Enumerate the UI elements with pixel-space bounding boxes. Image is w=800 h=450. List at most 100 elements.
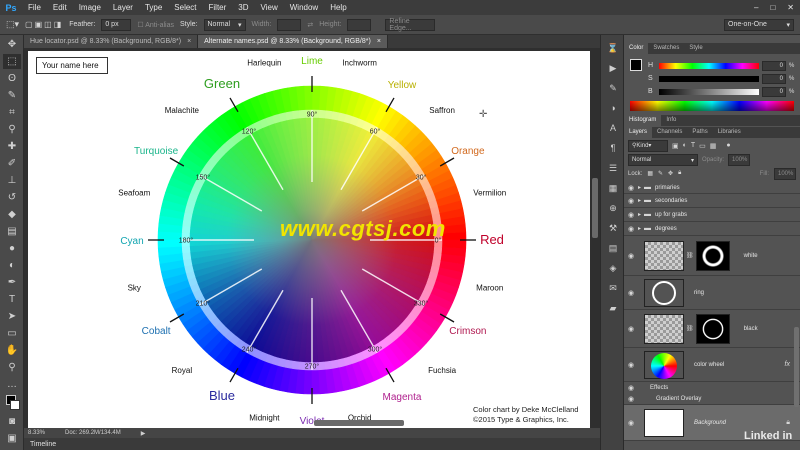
maximize-icon[interactable]: □: [764, 3, 781, 12]
chevron-right-icon[interactable]: ▸: [638, 197, 641, 204]
layers-scrollbar[interactable]: [794, 327, 799, 407]
tool-presets-icon[interactable]: ⚒: [605, 221, 621, 235]
filter-type-icon[interactable]: T: [691, 142, 695, 149]
saturation-value[interactable]: 0: [762, 73, 786, 84]
quick-select-tool-icon[interactable]: ✎: [3, 88, 21, 103]
style-select[interactable]: Normal ▾: [203, 18, 246, 31]
tab-channels[interactable]: Channels: [652, 127, 687, 138]
history-icon[interactable]: ⌛: [605, 41, 621, 55]
lock-image-icon[interactable]: ✎: [658, 170, 663, 177]
marquee-tool-icon[interactable]: ⬚: [3, 54, 21, 69]
color-spectrum-bar[interactable]: [630, 101, 794, 111]
timeline-panel-tab[interactable]: Timeline: [24, 438, 600, 450]
tab-style[interactable]: Style: [684, 43, 707, 54]
play-actions-icon[interactable]: ▶: [605, 61, 621, 75]
layer-black[interactable]: ◉ ⛓ black: [624, 310, 800, 348]
eye-icon[interactable]: ◉: [624, 211, 638, 219]
notes-icon[interactable]: ✉: [605, 281, 621, 295]
layer-group-primaries[interactable]: ◉ ▸ ▬ primaries: [624, 182, 800, 194]
tab-layers[interactable]: Layers: [624, 127, 653, 138]
filter-smart-icon[interactable]: ▦: [710, 142, 717, 150]
menu-image[interactable]: Image: [73, 3, 107, 12]
menu-view[interactable]: View: [255, 3, 284, 12]
tab-libraries[interactable]: Libraries: [713, 127, 746, 138]
clone-source-icon[interactable]: ⊕: [605, 201, 621, 215]
close-icon[interactable]: ×: [187, 38, 191, 45]
tab-color[interactable]: Color: [624, 43, 649, 54]
width-input[interactable]: [277, 18, 302, 31]
workspace-select[interactable]: One-on-One ▾: [724, 18, 794, 31]
clone-stamp-tool-icon[interactable]: ⊥: [3, 173, 21, 188]
shape-tool-icon[interactable]: ▭: [3, 326, 21, 341]
lock-all-icon[interactable]: 🔒︎: [678, 170, 681, 177]
type-tool-icon[interactable]: T: [3, 292, 21, 307]
menu-window[interactable]: Window: [284, 3, 324, 12]
brush-tool-icon[interactable]: ✐: [3, 156, 21, 171]
tab-alternate-names[interactable]: Alternate names.psd @ 8.33% (Background,…: [198, 35, 388, 48]
tab-hue-locator[interactable]: Hue locator.psd @ 8.33% (Background, RGB…: [24, 35, 199, 48]
layer-group-up-for-grabs[interactable]: ◉ ▸ ▬ up for grabs: [624, 208, 800, 222]
eye-icon[interactable]: ◉: [624, 325, 638, 333]
blend-mode-select[interactable]: Normal ▾: [628, 154, 698, 166]
close-icon[interactable]: ✕: [781, 3, 800, 12]
quick-mask-icon[interactable]: ◙: [3, 414, 21, 429]
tab-info[interactable]: Info: [661, 115, 681, 126]
eye-icon[interactable]: ◉: [624, 197, 638, 205]
menu-edit[interactable]: Edit: [47, 3, 73, 12]
menu-layer[interactable]: Layer: [107, 3, 139, 12]
adjustments-icon[interactable]: ◑: [605, 101, 621, 115]
hue-slider[interactable]: [659, 62, 759, 69]
layer-ring[interactable]: ◉ ring: [624, 276, 800, 310]
height-input[interactable]: [347, 18, 372, 31]
brightness-value[interactable]: 0: [762, 86, 786, 97]
layer-group-degrees[interactable]: ◉ ▸ ▬ degrees: [624, 222, 800, 236]
foreground-color-swatch[interactable]: [630, 59, 642, 71]
filter-pixel-icon[interactable]: ▣: [672, 142, 679, 150]
brush-preset-icon[interactable]: ✎: [605, 81, 621, 95]
move-tool-icon[interactable]: ✥: [3, 37, 21, 52]
chevron-right-icon[interactable]: ▸: [638, 211, 641, 218]
styles-icon[interactable]: ▦: [605, 181, 621, 195]
opacity-input[interactable]: 100%: [728, 154, 751, 166]
tab-swatches[interactable]: Swatches: [648, 43, 684, 54]
crop-tool-icon[interactable]: ⌗: [3, 105, 21, 120]
filter-shape-icon[interactable]: ▭: [699, 142, 706, 150]
marquee-tool-preset-icon[interactable]: ⬚▾: [6, 19, 19, 30]
filter-toggle-icon[interactable]: ●: [726, 142, 730, 149]
layer-mask-thumbnail[interactable]: [695, 313, 730, 344]
eye-icon[interactable]: ◉: [624, 361, 638, 369]
canvas-area[interactable]: Your name here 0° 30° 60° 90° 120° 150° 180° 21…: [24, 48, 600, 428]
tab-histogram[interactable]: Histogram: [624, 115, 662, 126]
healing-brush-tool-icon[interactable]: ✚: [3, 139, 21, 154]
lasso-tool-icon[interactable]: ʘ: [3, 71, 21, 86]
status-menu-arrow-icon[interactable]: ▶: [141, 430, 146, 437]
fx-icon[interactable]: fx: [785, 361, 790, 368]
filter-adjustment-icon[interactable]: ◐: [683, 142, 687, 149]
eye-icon[interactable]: ◉: [624, 252, 638, 260]
photoshop-logo-icon[interactable]: Ps: [0, 0, 22, 15]
horizontal-scrollbar[interactable]: [314, 420, 404, 426]
document-canvas[interactable]: Your name here 0° 30° 60° 90° 120° 150° 180° 21…: [28, 51, 590, 428]
eye-icon[interactable]: ◉: [624, 395, 638, 403]
dodge-tool-icon[interactable]: ◐: [3, 258, 21, 273]
lock-position-icon[interactable]: ✥: [668, 170, 673, 177]
eye-icon[interactable]: ◉: [624, 225, 638, 233]
minimize-icon[interactable]: –: [748, 3, 764, 12]
close-icon[interactable]: ×: [377, 38, 381, 45]
vertical-scrollbar[interactable]: [592, 178, 598, 238]
color-swatches-icon[interactable]: [3, 394, 21, 412]
eye-icon[interactable]: ◉: [624, 184, 638, 192]
layer-group-secondaries[interactable]: ◉ ▸ ▬ secondaries: [624, 194, 800, 208]
layer-effect-gradient-overlay[interactable]: ◉ Gradient Overlay: [624, 393, 800, 405]
swap-icon[interactable]: ⇄: [307, 21, 313, 29]
timeline-icon[interactable]: ▤: [605, 241, 621, 255]
refine-edge-button[interactable]: Refine Edge...: [385, 18, 436, 32]
3d-icon[interactable]: ◈: [605, 261, 621, 275]
hue-value[interactable]: 0: [762, 60, 786, 71]
layer-white[interactable]: ◉ ⛓ white: [624, 236, 800, 276]
selection-mode-icons[interactable]: ▢▣◫◨: [25, 20, 63, 29]
saturation-slider[interactable]: [659, 75, 759, 82]
chevron-right-icon[interactable]: ▸: [638, 225, 641, 232]
hand-tool-icon[interactable]: ✋: [3, 343, 21, 358]
lock-transparency-icon[interactable]: ▦: [647, 170, 653, 177]
